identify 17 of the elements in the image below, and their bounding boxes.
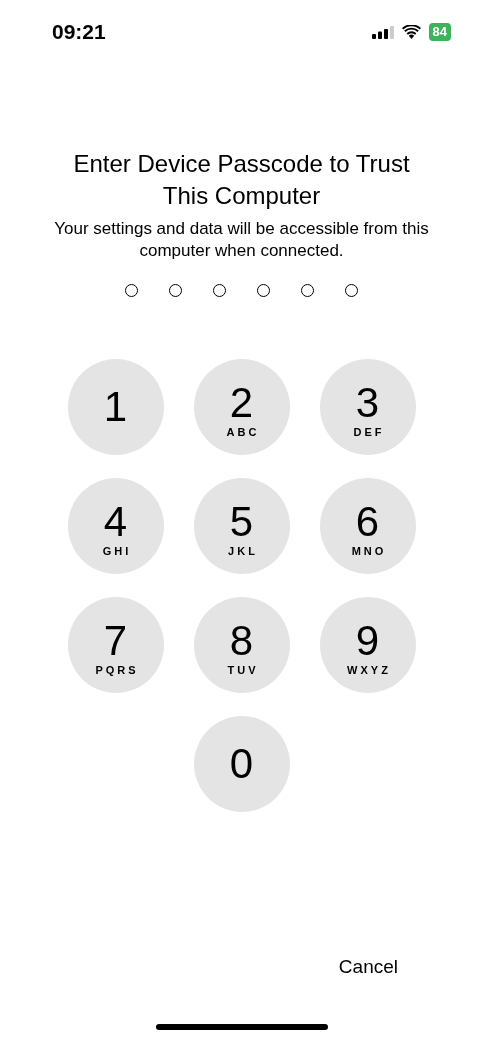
title: Enter Device Passcode to Trust This Computer	[72, 149, 411, 211]
keypad-key[interactable]: 3 DEF	[319, 359, 416, 455]
wifi-icon	[401, 25, 421, 39]
keypad-key[interactable]: 1	[67, 359, 164, 455]
keypad-key[interactable]: 0	[193, 716, 290, 812]
battery-indicator: 84	[428, 23, 451, 41]
keypad-key[interactable]: 8 TUV	[193, 597, 290, 693]
status-time: 09:21	[52, 20, 106, 44]
subtitle: Your settings and data will be accessible from this computer when connected.	[53, 218, 430, 262]
cancel-button[interactable]: Cancel	[338, 956, 398, 978]
keypad-key[interactable]: 9 WXYZ	[319, 597, 416, 693]
keypad-key[interactable]: 4 GHI	[67, 478, 164, 574]
keypad-key[interactable]: 5 JKL	[193, 478, 290, 574]
keypad-key[interactable]: 2 ABC	[193, 359, 290, 455]
keypad-key[interactable]: 6 MNO	[319, 478, 416, 574]
keypad-key[interactable]: 7 PQRS	[67, 597, 164, 693]
signal-icon	[371, 25, 394, 39]
